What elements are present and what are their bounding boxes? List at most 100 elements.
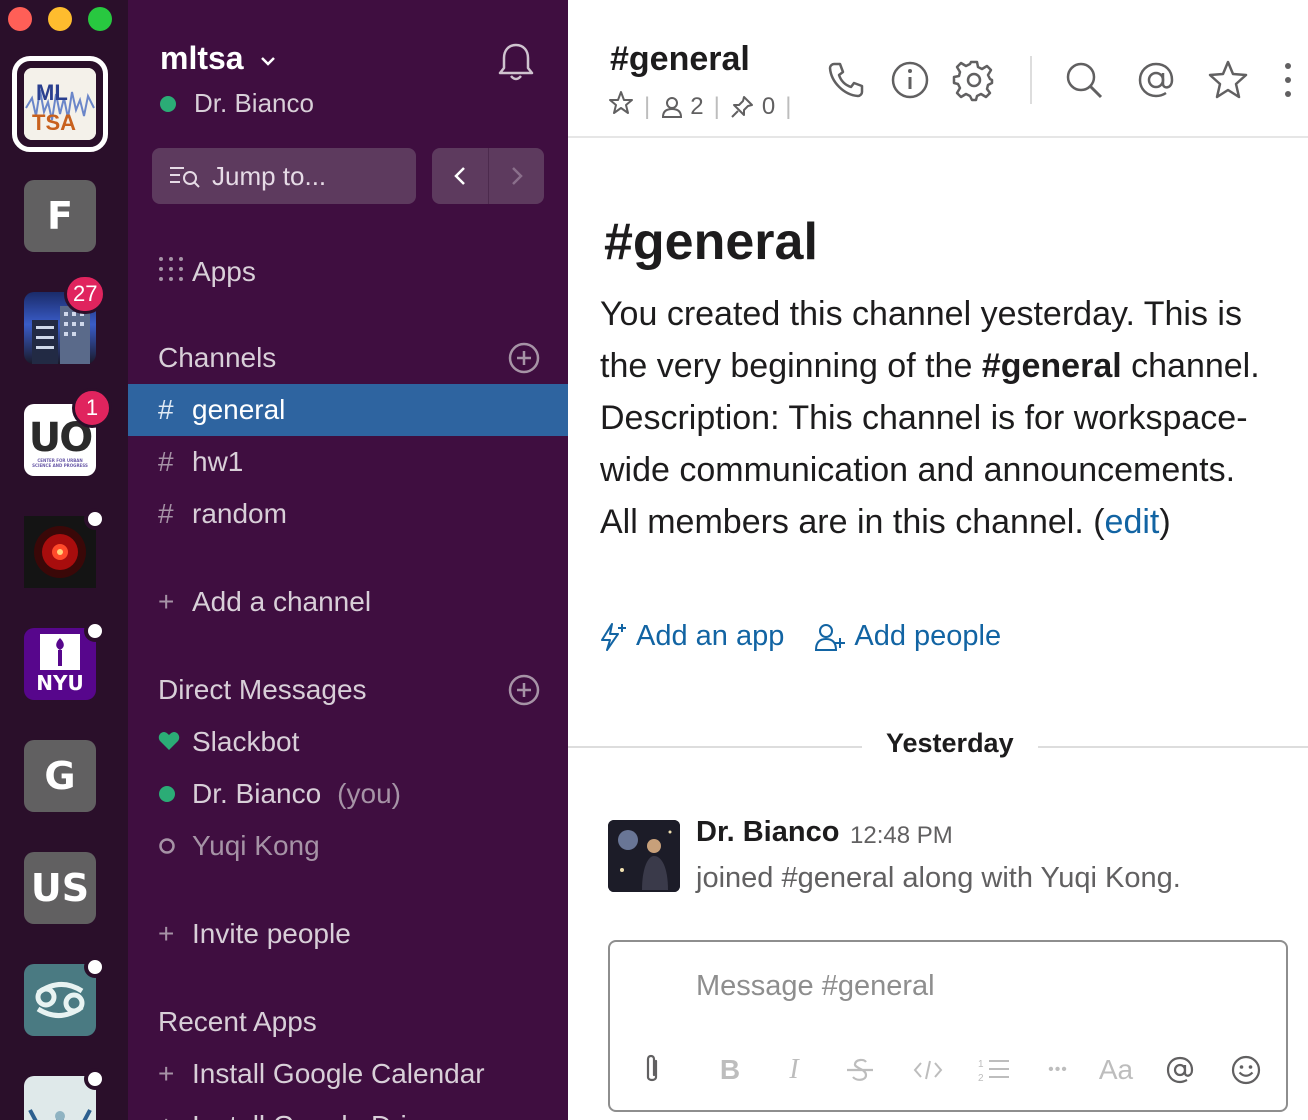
chevron-left-icon — [454, 167, 465, 185]
phone-icon[interactable] — [824, 58, 868, 102]
cancer-zodiac-icon — [35, 982, 85, 1018]
sidebar-item-general[interactable]: # general — [128, 384, 568, 436]
search-icon[interactable] — [1062, 58, 1106, 102]
workspace-rail: ML TSA F 27 UO CENTER FOR URBAN SCIENCE … — [0, 0, 128, 1120]
svg-text:2: 2 — [978, 1073, 984, 1084]
sidebar-item-hw1[interactable]: # hw1 — [128, 436, 568, 488]
emoji-icon[interactable] — [1226, 1050, 1266, 1090]
add-dm-plus-icon[interactable] — [508, 674, 540, 706]
chevron-right-icon — [511, 167, 523, 185]
plus-icon: + — [158, 1110, 192, 1120]
forward-button[interactable] — [488, 148, 544, 204]
close-window-button[interactable] — [8, 7, 32, 31]
sidebar-item-apps[interactable]: Apps — [128, 246, 568, 298]
message-text: joined #general along with Yuqi Kong. — [696, 862, 1181, 894]
strikethrough-icon[interactable] — [840, 1050, 880, 1090]
add-channel-plus-icon[interactable] — [508, 342, 540, 374]
mentions-icon[interactable] — [1134, 58, 1178, 102]
workspace-hal-activity-dot — [84, 508, 106, 530]
workspace-us[interactable]: US — [24, 852, 96, 924]
header-divider — [1030, 56, 1032, 104]
svg-text:ML: ML — [36, 80, 68, 105]
mltsa-logo: ML TSA — [24, 68, 96, 140]
italic-button[interactable]: I — [774, 1050, 814, 1090]
text-format-button[interactable]: Aa — [1096, 1050, 1136, 1090]
jump-search-icon — [170, 167, 200, 188]
ordered-list-icon[interactable]: 12 — [974, 1050, 1014, 1090]
intro-actions: Add an app Add people — [598, 620, 1031, 653]
add-person-icon — [815, 623, 846, 651]
hal-eye-image — [24, 516, 96, 588]
channel-sidebar: mltsa Dr. Bianco Jump to... Apps Channel… — [128, 0, 568, 1120]
mention-icon[interactable] — [1160, 1050, 1200, 1090]
workspace-f[interactable]: F — [24, 180, 96, 252]
add-channel-button[interactable]: + Add a channel — [128, 576, 568, 628]
channel-view: #general | 2 | 0 | #general You created … — [568, 0, 1308, 1120]
gear-icon[interactable] — [952, 58, 996, 102]
plus-icon: + — [158, 586, 175, 617]
heart-icon — [158, 726, 192, 758]
message-author[interactable]: Dr. Bianco — [696, 816, 839, 849]
current-user[interactable]: Dr. Bianco — [160, 88, 314, 119]
message-timestamp[interactable]: 12:48 PM — [850, 822, 953, 850]
lightning-plus-icon — [601, 622, 626, 651]
channel-intro-title: #general — [604, 213, 818, 271]
install-google-drive[interactable]: + Install Google Drive — [128, 1100, 568, 1120]
workspace-network-activity-dot — [84, 1068, 106, 1090]
jump-to-button[interactable]: Jump to... — [152, 148, 416, 204]
workspace-nyu-activity-dot — [84, 620, 106, 642]
presence-active-icon — [160, 95, 176, 112]
more-formatting-button[interactable]: ••• — [1038, 1050, 1078, 1090]
install-google-calendar[interactable]: + Install Google Calendar — [128, 1048, 568, 1100]
sidebar-item-dr-bianco[interactable]: Dr. Bianco (you) — [128, 768, 568, 820]
workspace-hal[interactable] — [24, 516, 96, 588]
direct-messages-section-title[interactable]: Direct Messages — [158, 674, 367, 706]
zoom-window-button[interactable] — [88, 7, 112, 31]
plus-icon: + — [158, 1058, 175, 1089]
add-app-button[interactable]: Add an app — [598, 620, 784, 653]
info-icon[interactable] — [888, 58, 932, 102]
star-outline-icon[interactable] — [608, 90, 634, 123]
message-composer: B I 12 ••• Aa — [608, 940, 1288, 1112]
workspace-nyu[interactable]: NYU — [24, 628, 96, 700]
back-button[interactable] — [432, 148, 488, 204]
history-navigation — [432, 148, 544, 204]
avatar[interactable] — [608, 820, 680, 892]
chevron-down-icon[interactable] — [260, 48, 276, 72]
add-people-button[interactable]: Add people — [814, 620, 1001, 653]
edit-description-link[interactable]: edit — [1105, 503, 1160, 541]
minimize-window-button[interactable] — [48, 7, 72, 31]
workspace-g[interactable]: G — [24, 740, 96, 812]
attachment-icon[interactable] — [632, 1050, 672, 1090]
star-icon[interactable] — [1206, 58, 1250, 102]
workspace-building-unread-badge: 27 — [64, 274, 107, 314]
sidebar-item-slackbot[interactable]: Slackbot — [128, 716, 568, 768]
workspace-cancer[interactable] — [24, 964, 96, 1036]
invite-people-button[interactable]: + Invite people — [128, 908, 568, 960]
user-photo — [608, 820, 680, 892]
channels-section-title[interactable]: Channels — [158, 342, 276, 374]
channel-meta: | 2 | 0 | — [608, 90, 801, 123]
members-icon[interactable]: 2 — [660, 93, 704, 121]
workspace-mltsa[interactable]: ML TSA — [24, 68, 96, 140]
code-icon[interactable] — [908, 1050, 948, 1090]
sidebar-item-random[interactable]: # random — [128, 488, 568, 540]
day-divider-label[interactable]: Yesterday — [862, 728, 1038, 759]
sidebar-item-yuqi-kong[interactable]: Yuqi Kong — [128, 820, 568, 872]
apps-grid-icon — [158, 256, 192, 289]
channel-header: #general | 2 | 0 | — [568, 0, 1308, 138]
plus-icon: + — [158, 918, 175, 949]
presence-away-icon — [158, 830, 192, 862]
torch-icon — [40, 634, 80, 670]
more-vertical-icon[interactable] — [1274, 58, 1302, 102]
bell-icon[interactable] — [494, 40, 538, 84]
team-name[interactable]: mltsa — [160, 40, 244, 77]
svg-text:1: 1 — [978, 1059, 984, 1070]
workspace-cusp-unread-badge: 1 — [72, 388, 112, 428]
recent-apps-section-title: Recent Apps — [158, 1006, 317, 1037]
pin-icon[interactable]: 0 — [730, 93, 775, 121]
workspace-cancer-activity-dot — [84, 956, 106, 978]
channel-title[interactable]: #general — [610, 40, 750, 79]
message-input[interactable] — [696, 964, 1256, 1008]
bold-button[interactable]: B — [710, 1050, 750, 1090]
